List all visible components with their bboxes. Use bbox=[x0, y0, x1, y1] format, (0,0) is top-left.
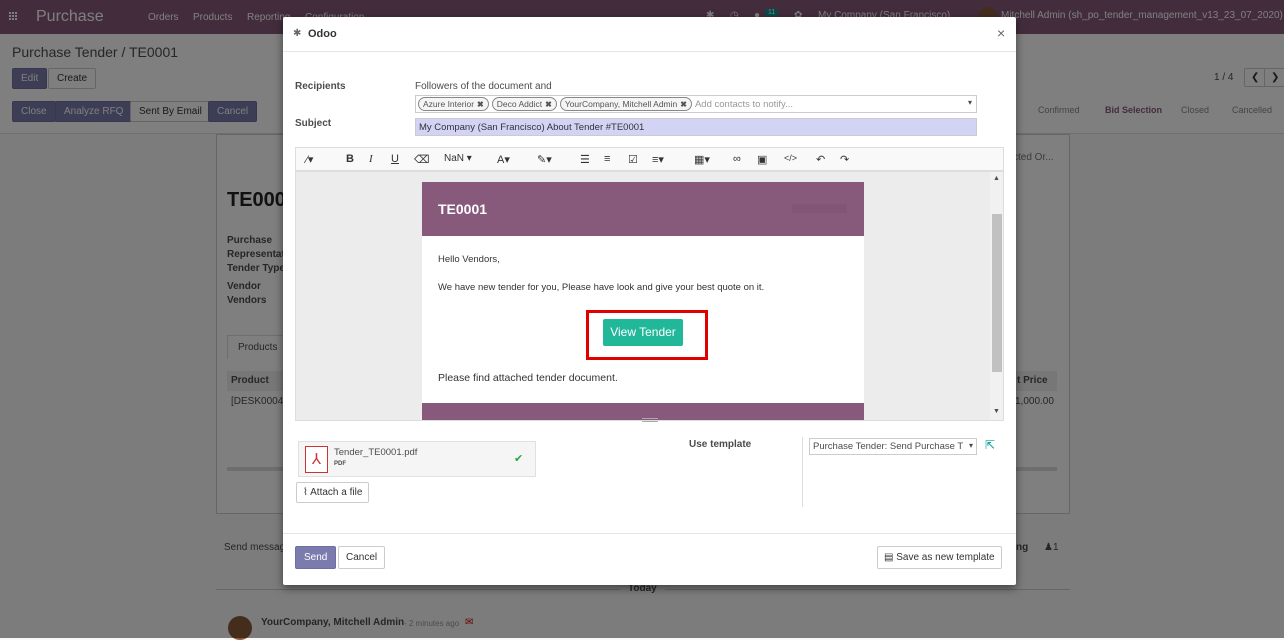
eraser-icon[interactable]: ⌫ bbox=[414, 153, 430, 166]
recipients-label: Recipients bbox=[295, 81, 346, 92]
save-template-label: Save as new template bbox=[896, 552, 995, 563]
paperclip-icon: ⌇ bbox=[303, 487, 308, 498]
dialog-footer: Send Cancel ▤ Save as new template bbox=[283, 533, 1016, 585]
remove-tag-icon[interactable]: ✖ bbox=[680, 100, 687, 109]
send-button[interactable]: Send bbox=[295, 546, 337, 569]
editor-toolbar: ⁄▾ B I U ⌫ NaN ▾ A▾ ✎▾ ☰ ≡ ☑ ≡▾ ▦▾ ∞ ▣ <… bbox=[295, 147, 1004, 171]
email-header-band: TE0001 bbox=[422, 182, 864, 236]
scrollbar-thumb[interactable] bbox=[992, 214, 1002, 372]
attach-file-button[interactable]: ⌇ Attach a file bbox=[296, 482, 370, 503]
remove-tag-icon[interactable]: ✖ bbox=[545, 100, 552, 109]
remove-tag-icon[interactable]: ✖ bbox=[477, 100, 484, 109]
font-color-icon[interactable]: A▾ bbox=[497, 153, 510, 166]
email-body-editor[interactable]: TE0001 Hello Vendors, We have new tender… bbox=[295, 171, 1004, 421]
email-header-title: TE0001 bbox=[438, 201, 488, 217]
view-tender-button[interactable]: View Tender bbox=[603, 319, 683, 346]
numbered-list-icon[interactable]: ≡ bbox=[604, 153, 610, 165]
external-link-icon[interactable]: ⇱ bbox=[985, 438, 995, 452]
resize-handle[interactable] bbox=[642, 418, 658, 422]
bug-icon: ✱ bbox=[293, 28, 302, 39]
followers-text: Followers of the document and bbox=[415, 81, 552, 92]
save-icon: ▤ bbox=[884, 552, 894, 563]
email-footer-text: Please find attached tender document. bbox=[438, 372, 618, 384]
undo-icon[interactable]: ↶ bbox=[816, 153, 825, 166]
editor-scrollbar[interactable]: ▲ ▼ bbox=[990, 172, 1003, 420]
dropdown-caret-icon[interactable]: ▾ bbox=[968, 441, 973, 450]
recipient-tag: Deco Addict ✖ bbox=[491, 97, 557, 111]
template-value: Purchase Tender: Send Purchase T bbox=[813, 441, 964, 452]
font-size-dropdown[interactable]: NaN ▾ bbox=[444, 153, 472, 164]
attach-file-label: Attach a file bbox=[310, 487, 363, 498]
recipient-tag: Azure Interior ✖ bbox=[418, 97, 489, 111]
recipient-tag: YourCompany, Mitchell Admin ✖ bbox=[559, 97, 692, 111]
attachment-name[interactable]: Tender_TE0001.pdf bbox=[334, 447, 417, 458]
attachment-card[interactable]: ⅄ Tender_TE0001.pdf PDF ✔ bbox=[298, 441, 536, 477]
checklist-icon[interactable]: ☑ bbox=[628, 153, 638, 166]
pdf-icon: ⅄ bbox=[305, 446, 328, 473]
subject-label: Subject bbox=[295, 118, 332, 129]
email-greeting: Hello Vendors, bbox=[438, 254, 500, 265]
subject-input[interactable]: My Company (San Francisco) About Tender … bbox=[415, 118, 977, 136]
code-view-icon[interactable]: </> bbox=[784, 153, 797, 163]
use-template-label: Use template bbox=[689, 439, 752, 450]
scroll-up-icon[interactable]: ▲ bbox=[993, 175, 1000, 182]
template-select[interactable]: Purchase Tender: Send Purchase T ▾ bbox=[809, 438, 977, 455]
email-body-text: We have new tender for you, Please have … bbox=[438, 282, 765, 293]
attachment-type: PDF bbox=[334, 461, 346, 467]
dropdown-caret-icon[interactable]: ▾ bbox=[968, 98, 972, 107]
redo-icon[interactable]: ↷ bbox=[840, 153, 849, 166]
cancel-button[interactable]: Cancel bbox=[338, 546, 386, 569]
magic-wand-icon[interactable]: ⁄▾ bbox=[306, 153, 313, 166]
italic-icon[interactable]: I bbox=[369, 153, 373, 165]
link-icon[interactable]: ∞ bbox=[733, 153, 741, 165]
align-icon[interactable]: ≡▾ bbox=[652, 153, 664, 166]
email-template-preview: TE0001 Hello Vendors, We have new tender… bbox=[422, 182, 864, 420]
bold-icon[interactable]: B bbox=[346, 153, 354, 165]
company-logo bbox=[792, 204, 847, 213]
bullet-list-icon[interactable]: ☰ bbox=[580, 153, 590, 166]
check-icon: ✔ bbox=[514, 453, 524, 465]
paint-brush-icon[interactable]: ✎▾ bbox=[537, 153, 552, 166]
save-template-button[interactable]: ▤ Save as new template bbox=[877, 546, 1002, 569]
dialog-title: Odoo bbox=[308, 28, 337, 40]
image-icon[interactable]: ▣ bbox=[757, 153, 767, 166]
scroll-down-icon[interactable]: ▼ bbox=[993, 408, 1000, 415]
close-icon[interactable]: × bbox=[997, 25, 1005, 41]
dialog-header: ✱ Odoo × bbox=[283, 17, 1016, 52]
recipients-field[interactable]: Azure Interior ✖ Deco Addict ✖ YourCompany, … bbox=[415, 95, 977, 113]
table-icon[interactable]: ▦▾ bbox=[694, 153, 710, 166]
recipients-placeholder[interactable]: Add contacts to notify... bbox=[695, 99, 793, 110]
underline-icon[interactable]: U bbox=[391, 153, 399, 165]
compose-email-dialog: ✱ Odoo × Recipients Followers of the doc… bbox=[283, 17, 1016, 585]
